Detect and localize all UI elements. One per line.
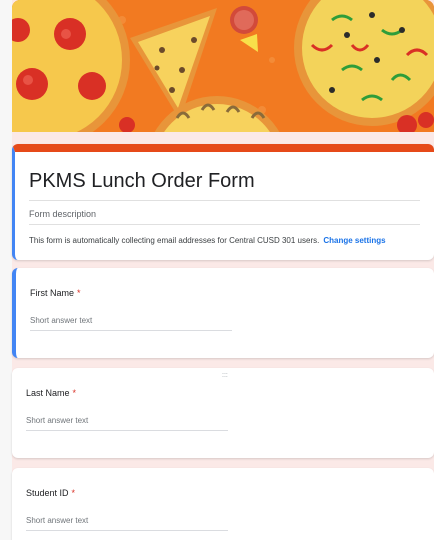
question-title[interactable]: Last Name * <box>26 388 76 398</box>
question-title-text: Last Name <box>26 388 70 398</box>
drag-handle-icon[interactable]: ::: <box>222 372 228 379</box>
question-card-first-name[interactable]: First Name * Short answer text <box>12 268 434 358</box>
header-banner-image[interactable] <box>12 0 434 132</box>
required-asterisk: * <box>71 488 76 498</box>
change-settings-link[interactable]: Change settings <box>323 236 385 245</box>
question-title[interactable]: First Name * <box>30 288 81 298</box>
short-answer-placeholder: Short answer text <box>26 516 89 525</box>
short-answer-placeholder: Short answer text <box>26 416 89 425</box>
pizza-banner-illustration <box>12 0 434 132</box>
question-card-student-id[interactable]: Student ID * Short answer text <box>12 468 434 540</box>
email-collection-text: This form is automatically collecting em… <box>29 236 320 245</box>
email-collection-notice: This form is automatically collecting em… <box>29 236 386 245</box>
required-asterisk: * <box>77 288 81 298</box>
short-answer-placeholder: Short answer text <box>30 316 93 325</box>
short-answer-underline <box>26 430 228 431</box>
question-title-text: Student ID <box>26 488 69 498</box>
short-answer-underline <box>26 530 228 531</box>
form-editor-page: PKMS Lunch Order Form Form description T… <box>0 0 434 540</box>
form-title[interactable]: PKMS Lunch Order Form <box>29 170 255 193</box>
form-title-card[interactable]: PKMS Lunch Order Form Form description T… <box>12 144 434 260</box>
left-gutter <box>0 0 12 540</box>
form-description-field[interactable]: Form description <box>29 209 96 219</box>
question-title[interactable]: Student ID * <box>26 488 75 498</box>
question-card-last-name[interactable]: ::: Last Name * Short answer text <box>12 368 434 458</box>
form-content: PKMS Lunch Order Form Form description T… <box>12 0 434 540</box>
short-answer-underline <box>30 330 232 331</box>
title-divider <box>29 200 420 201</box>
required-asterisk: * <box>72 388 77 398</box>
question-title-text: First Name <box>30 288 75 298</box>
description-divider <box>29 224 420 225</box>
